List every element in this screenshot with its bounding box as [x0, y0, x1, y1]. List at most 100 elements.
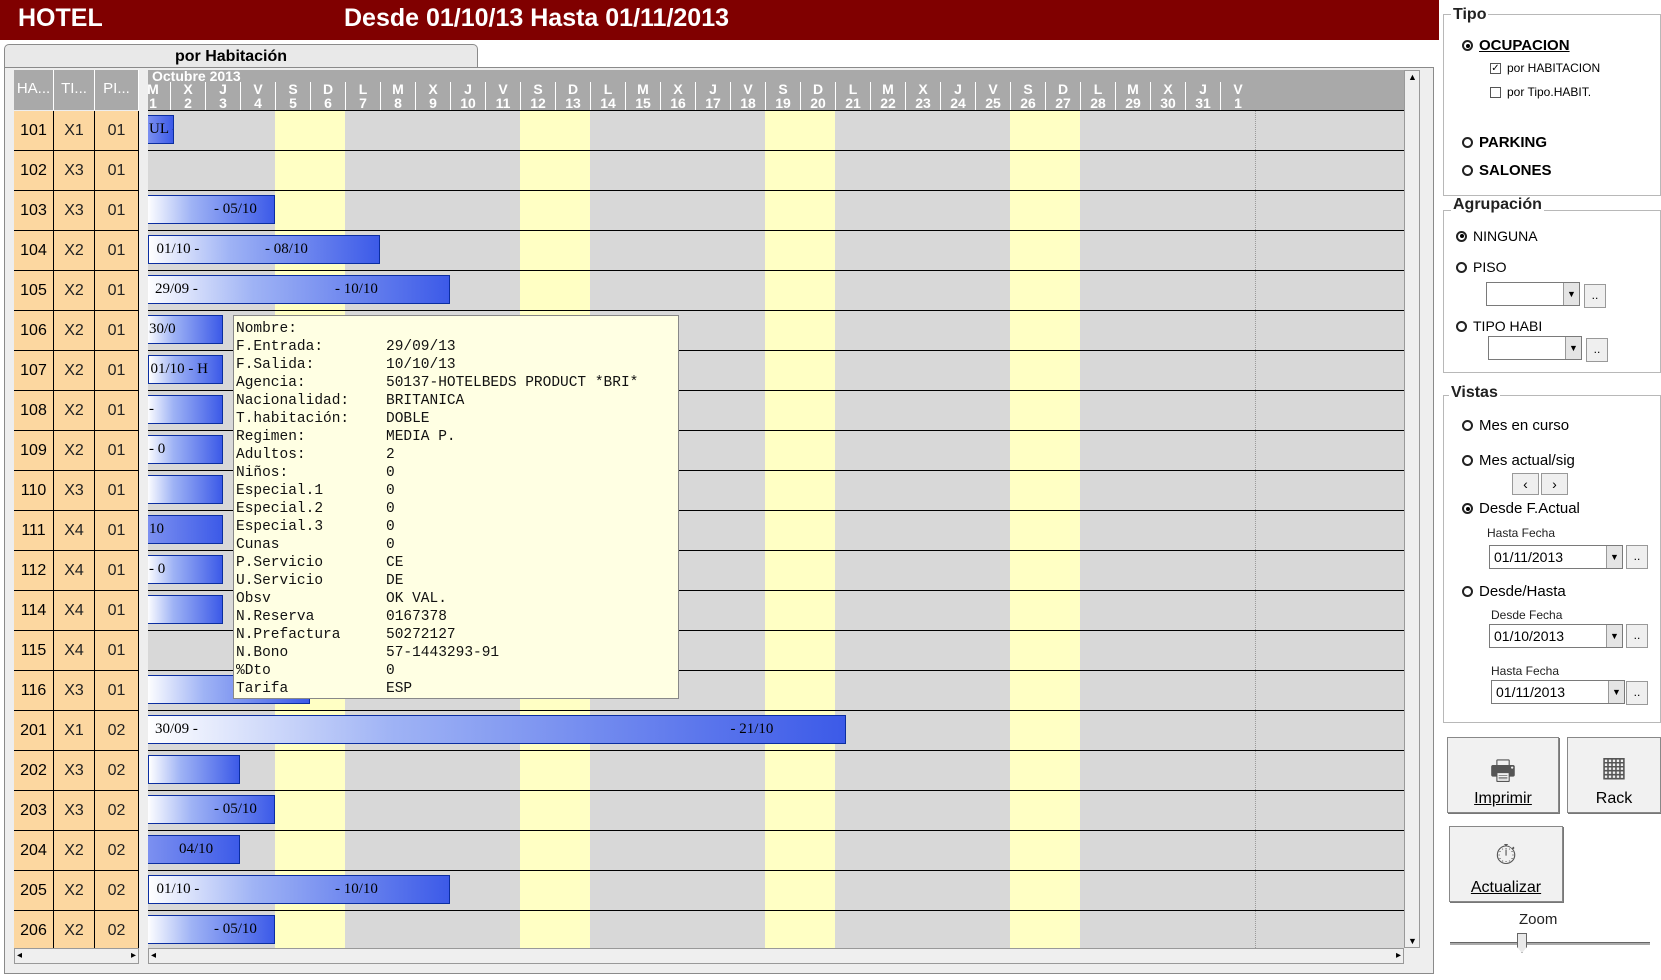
room-row[interactable]: 203 X3 02	[14, 791, 139, 831]
radio-ocupacion[interactable]: OCUPACION	[1462, 37, 1570, 54]
tooltip-key: F.Entrada:	[236, 339, 324, 355]
day-column	[1010, 110, 1045, 948]
room-row[interactable]: 111 X4 01	[14, 511, 139, 551]
next-month-button[interactable]: ›	[1541, 473, 1568, 495]
radio-desde-hasta[interactable]: Desde/Hasta	[1462, 583, 1566, 600]
piso-browse-button[interactable]: ..	[1584, 284, 1606, 308]
tooltip-value: 50137-HOTELBEDS PRODUCT *BRI*	[386, 375, 639, 391]
booking-bar[interactable]	[148, 595, 223, 624]
chevron-down-icon[interactable]: ▼	[1563, 283, 1579, 305]
floor-cell: 01	[95, 271, 139, 310]
room-row[interactable]: 201 X1 02	[14, 711, 139, 751]
booking-bar[interactable]: - 05/10	[148, 195, 275, 224]
hasta-fecha2-select[interactable]: 01/11/2013 ▼	[1491, 680, 1625, 704]
room-row[interactable]: 109 X2 01	[14, 431, 139, 471]
room-row[interactable]: 204 X2 02	[14, 831, 139, 871]
checkbox-por-tipo[interactable]: por Tipo.HABIT.	[1490, 85, 1591, 99]
chevron-down-icon[interactable]: ▼	[1565, 337, 1581, 359]
scroll-up-icon[interactable]: ▲	[1408, 72, 1417, 82]
hasta-fecha-browse-button[interactable]: ..	[1626, 545, 1648, 569]
room-row[interactable]: 103 X3 01	[14, 191, 139, 231]
tipo-habi-browse-button[interactable]: ..	[1586, 338, 1608, 362]
chevron-down-icon[interactable]: ▼	[1606, 546, 1622, 568]
column-header-habitacion[interactable]: HA...	[14, 70, 54, 110]
room-row[interactable]: 101 X1 01	[14, 111, 139, 151]
hasta-fecha2-browse-button[interactable]: ..	[1626, 681, 1648, 705]
piso-select[interactable]: ▼	[1486, 282, 1580, 306]
vertical-scrollbar[interactable]: ▲ ▼	[1404, 70, 1420, 948]
desde-fecha-browse-button[interactable]: ..	[1626, 624, 1648, 648]
scroll-right-icon[interactable]: ▸	[131, 950, 136, 961]
room-row[interactable]: 106 X2 01	[14, 311, 139, 351]
booking-bar[interactable]: -	[148, 395, 223, 424]
tooltip-row: Especial.3 0	[236, 518, 678, 536]
booking-bar[interactable]: UL - 0	[148, 115, 174, 144]
booking-bar[interactable]: - 05/10	[148, 915, 275, 944]
room-row[interactable]: 206 X2 02	[14, 911, 139, 948]
room-row[interactable]: 108 X2 01	[14, 391, 139, 431]
scroll-right-icon[interactable]: ▸	[1396, 950, 1401, 961]
booking-bar[interactable]: 04/10	[148, 835, 240, 864]
scroll-down-icon[interactable]: ▼	[1408, 936, 1417, 946]
zoom-slider-track[interactable]	[1450, 942, 1650, 945]
room-row[interactable]: 102 X3 01	[14, 151, 139, 191]
radio-mes-en-curso[interactable]: Mes en curso	[1462, 417, 1569, 434]
room-row[interactable]: 107 X2 01	[14, 351, 139, 391]
zoom-slider-thumb[interactable]	[1517, 933, 1527, 953]
booking-bar[interactable]	[148, 475, 223, 504]
imprimir-button[interactable]: 🖶 Imprimir	[1447, 737, 1559, 813]
day-letter: D	[812, 81, 824, 97]
booking-bar[interactable]: 01/10 - H	[148, 355, 223, 384]
room-row[interactable]: 115 X4 01	[14, 631, 139, 671]
booking-bar[interactable]: 30/09 - - 21/10	[148, 715, 846, 744]
room-row[interactable]: 205 X2 02	[14, 871, 139, 911]
tipo-habi-select[interactable]: ▼	[1488, 336, 1582, 360]
tab-por-habitacion[interactable]: por Habitación	[4, 44, 478, 69]
room-type-cell: X4	[54, 551, 95, 590]
booking-bar[interactable]: - 05/10	[148, 795, 275, 824]
booking-bar[interactable]: 01/10 - - 08/10	[148, 235, 380, 264]
booking-bar[interactable]: - 0	[148, 435, 223, 464]
room-row[interactable]: 104 X2 01	[14, 231, 139, 271]
booking-bar[interactable]: 01/10 - - 10/10	[148, 875, 450, 904]
room-row[interactable]: 112 X4 01	[14, 551, 139, 591]
radio-ninguna[interactable]: NINGUNA	[1456, 228, 1538, 244]
column-header-piso[interactable]: PI...	[95, 70, 139, 110]
booking-bar[interactable]	[148, 755, 240, 784]
day-number: 19	[775, 95, 791, 111]
booking-bar[interactable]: 30/0	[148, 315, 223, 344]
calendar-horizontal-scrollbar[interactable]: ◂ ▸	[148, 948, 1404, 964]
radio-desde-factual[interactable]: Desde F.Actual	[1462, 500, 1580, 517]
radio-parking[interactable]: PARKING	[1462, 134, 1547, 151]
rack-button[interactable]: ▦ Rack	[1567, 737, 1661, 813]
room-row[interactable]: 114 X4 01	[14, 591, 139, 631]
booking-end-date: - 21/10	[730, 721, 774, 737]
day-header: L7	[345, 82, 380, 110]
room-row[interactable]: 110 X3 01	[14, 471, 139, 511]
left-horizontal-scrollbar[interactable]: ◂ ▸	[14, 948, 139, 964]
radio-salones[interactable]: SALONES	[1462, 162, 1552, 179]
tooltip-row: F.Salida: 10/10/13	[236, 356, 678, 374]
checkbox-por-habitacion[interactable]: ✓ por HABITACION	[1490, 61, 1600, 75]
actualizar-button[interactable]: ⏱ Actualizar	[1449, 826, 1563, 902]
chevron-down-icon[interactable]: ▼	[1606, 625, 1622, 647]
scroll-left-icon[interactable]: ◂	[17, 950, 22, 961]
scroll-left-icon[interactable]: ◂	[151, 950, 156, 961]
desde-fecha-select[interactable]: 01/10/2013 ▼	[1489, 624, 1623, 648]
room-row[interactable]: 105 X2 01	[14, 271, 139, 311]
tooltip-row: Nombre:	[236, 320, 678, 338]
radio-mes-actual-sig[interactable]: Mes actual/sig	[1462, 452, 1575, 469]
room-row[interactable]: 116 X3 01	[14, 671, 139, 711]
booking-bar[interactable]: 29/09 - - 10/10	[148, 275, 450, 304]
chevron-down-icon[interactable]: ▼	[1608, 681, 1624, 703]
previous-month-button[interactable]: ‹	[1512, 473, 1539, 495]
radio-piso[interactable]: PISO	[1456, 259, 1506, 275]
column-header-tipo[interactable]: TI...	[54, 70, 95, 110]
room-row[interactable]: 202 X3 02	[14, 751, 139, 791]
radio-tipo-habi[interactable]: TIPO HABI	[1456, 318, 1542, 334]
hasta-fecha-select[interactable]: 01/11/2013 ▼	[1489, 545, 1623, 569]
booking-bar[interactable]: 10	[148, 515, 223, 544]
booking-bar[interactable]: - 0	[148, 555, 223, 584]
day-letter: S	[1023, 81, 1033, 97]
booking-end-date: - 10/10	[335, 281, 378, 297]
